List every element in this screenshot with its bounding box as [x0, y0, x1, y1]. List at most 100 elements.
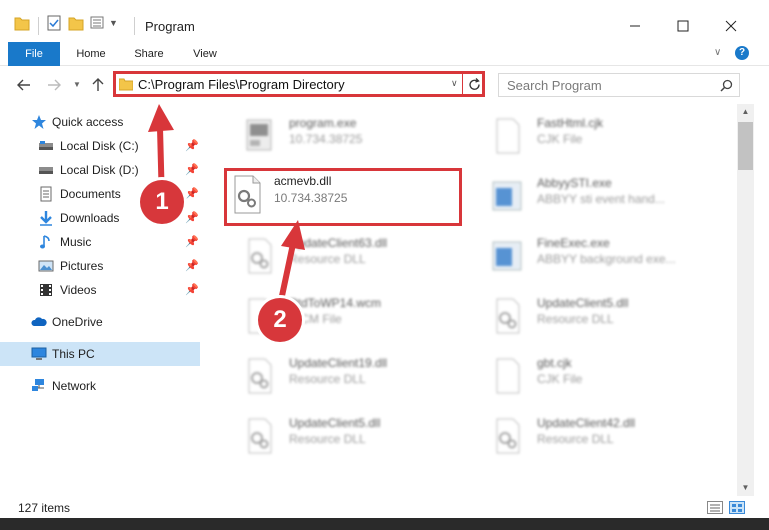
up-button[interactable]	[88, 75, 108, 95]
file-name: FastHtml.cjk	[537, 116, 603, 130]
scroll-down-icon[interactable]: ▼	[737, 480, 754, 496]
documents-icon	[40, 186, 52, 202]
recent-locations-icon[interactable]: ▼	[73, 80, 81, 89]
folder-icon[interactable]	[14, 14, 30, 32]
back-arrow-icon	[17, 79, 30, 91]
sidebar-item-pictures[interactable]: Pictures 📌	[0, 254, 200, 278]
generic-file-icon	[496, 118, 520, 154]
sidebar-item-music[interactable]: Music 📌	[0, 230, 200, 254]
expand-ribbon-icon[interactable]: ∨	[714, 47, 721, 58]
vertical-scrollbar[interactable]: ▲ ▼	[737, 104, 754, 496]
properties-icon[interactable]	[46, 14, 62, 32]
scroll-up-icon[interactable]: ▲	[737, 104, 754, 120]
tab-home[interactable]: Home	[66, 42, 116, 66]
file-details: CJK File	[537, 132, 583, 146]
large-icons-view-icon[interactable]	[729, 501, 745, 514]
maximize-button[interactable]	[660, 12, 706, 40]
music-icon	[40, 235, 50, 249]
sidebar-item-this-pc[interactable]: This PC	[0, 342, 200, 366]
sidebar-item-videos[interactable]: Videos 📌	[0, 278, 200, 302]
new-folder-icon[interactable]	[68, 14, 84, 32]
quick-access-dropdown-icon[interactable]: ▼	[109, 18, 118, 28]
search-box[interactable]: Search Program	[498, 73, 740, 97]
step-2-badge: 2	[258, 298, 302, 342]
address-bar[interactable]: C:\Program Files\Program Directory ∨	[113, 71, 485, 97]
file-details: Resource DLL	[537, 312, 614, 326]
sidebar-item-onedrive[interactable]: OneDrive	[0, 310, 200, 334]
file-details: 10.734.38725	[289, 132, 363, 146]
file-item-acmevb-dll[interactable]: acmevb.dll 10.734.38725	[224, 168, 462, 226]
file-details: Resource DLL	[289, 432, 366, 446]
file-item[interactable]: RtdToWP14.wcm WCM File	[219, 288, 469, 338]
app-file-icon	[492, 181, 522, 211]
sidebar-item-label: Local Disk (C:)	[60, 139, 139, 153]
minimize-button[interactable]	[612, 12, 658, 40]
file-item[interactable]: UpdateClient19.dll Resource DLL	[219, 348, 469, 398]
sidebar-item-label: Quick access	[52, 115, 124, 129]
ribbon-tabs: File Home Share View ∨ ?	[0, 42, 769, 92]
forward-button[interactable]	[44, 75, 64, 95]
file-item[interactable]: UpdateClient42.dll Resource DLL	[467, 408, 717, 458]
maximize-icon	[677, 20, 689, 32]
file-details: Resource DLL	[289, 372, 366, 386]
pin-icon[interactable]: 📌	[185, 259, 199, 272]
pin-icon[interactable]: 📌	[185, 235, 199, 248]
app-file-icon	[492, 241, 522, 271]
file-name: UpdateClient42.dll	[537, 416, 636, 430]
sidebar-item-label: Network	[52, 379, 97, 393]
sidebar-item-label: Videos	[60, 283, 97, 297]
network-icon	[32, 379, 44, 391]
title-bar: ▼ Program	[0, 0, 769, 42]
file-details: ABBYY sti event hand...	[537, 192, 665, 206]
videos-icon	[40, 284, 52, 296]
file-item[interactable]: program.exe 10.734.38725	[219, 108, 469, 158]
file-item[interactable]: UpdateClient5.dll Resource DLL	[219, 408, 469, 458]
dll-file-icon	[496, 418, 520, 454]
file-item[interactable]: FineExec.exe ABBYY background exe...	[467, 228, 717, 278]
close-button[interactable]	[708, 12, 754, 40]
file-name: FineExec.exe	[537, 236, 610, 250]
item-count: 127 items	[18, 501, 71, 515]
pin-icon[interactable]: 📌	[185, 283, 199, 296]
search-icon	[720, 79, 733, 92]
file-item[interactable]: UpdateClient63.dll Resource DLL	[219, 228, 469, 278]
file-name: acmevb.dll	[274, 174, 332, 188]
sidebar-item-label: Downloads	[60, 211, 120, 225]
scroll-thumb[interactable]	[738, 122, 753, 170]
drive-icon	[39, 167, 53, 174]
downloads-icon	[40, 211, 52, 226]
dll-file-icon	[496, 298, 520, 334]
window-title: Program	[145, 19, 195, 34]
help-icon[interactable]: ?	[735, 46, 749, 60]
refresh-icon[interactable]	[468, 78, 481, 91]
dll-file-icon	[248, 418, 272, 454]
up-arrow-icon	[92, 78, 104, 91]
pin-icon[interactable]: 📌	[185, 211, 199, 224]
sidebar-item-label: Local Disk (D:)	[60, 163, 139, 177]
tab-share[interactable]: Share	[124, 42, 174, 66]
details-view-icon[interactable]	[707, 501, 723, 514]
file-item[interactable]: FastHtml.cjk CJK File	[467, 108, 717, 158]
address-history-dropdown-icon[interactable]: ∨	[451, 78, 458, 89]
file-details: 10.734.38725	[274, 191, 348, 205]
tab-view[interactable]: View	[180, 42, 230, 66]
file-item[interactable]: UpdateClient5.dll Resource DLL	[467, 288, 717, 338]
sidebar-item-label: This PC	[52, 347, 95, 361]
taskbar-edge	[0, 518, 769, 530]
file-item[interactable]: AbbyySTI.exe ABBYY sti event hand...	[467, 168, 717, 218]
file-details: Resource DLL	[537, 432, 614, 446]
sidebar-item-label: Music	[60, 235, 92, 249]
address-path: C:\Program Files\Program Directory	[138, 77, 345, 92]
close-icon	[725, 20, 737, 32]
customize-toolbar-icon[interactable]	[90, 14, 108, 32]
dll-file-icon	[234, 175, 261, 214]
sidebar-item-network[interactable]: Network	[0, 374, 200, 398]
file-item[interactable]: gbt.cjk CJK File	[467, 348, 717, 398]
drive-icon	[39, 141, 53, 150]
cloud-icon	[31, 317, 47, 326]
file-details: CJK File	[537, 372, 583, 386]
status-bar: 127 items	[0, 496, 769, 518]
exe-file-icon	[246, 119, 272, 151]
back-button[interactable]	[14, 75, 34, 95]
search-placeholder: Search Program	[507, 78, 602, 93]
